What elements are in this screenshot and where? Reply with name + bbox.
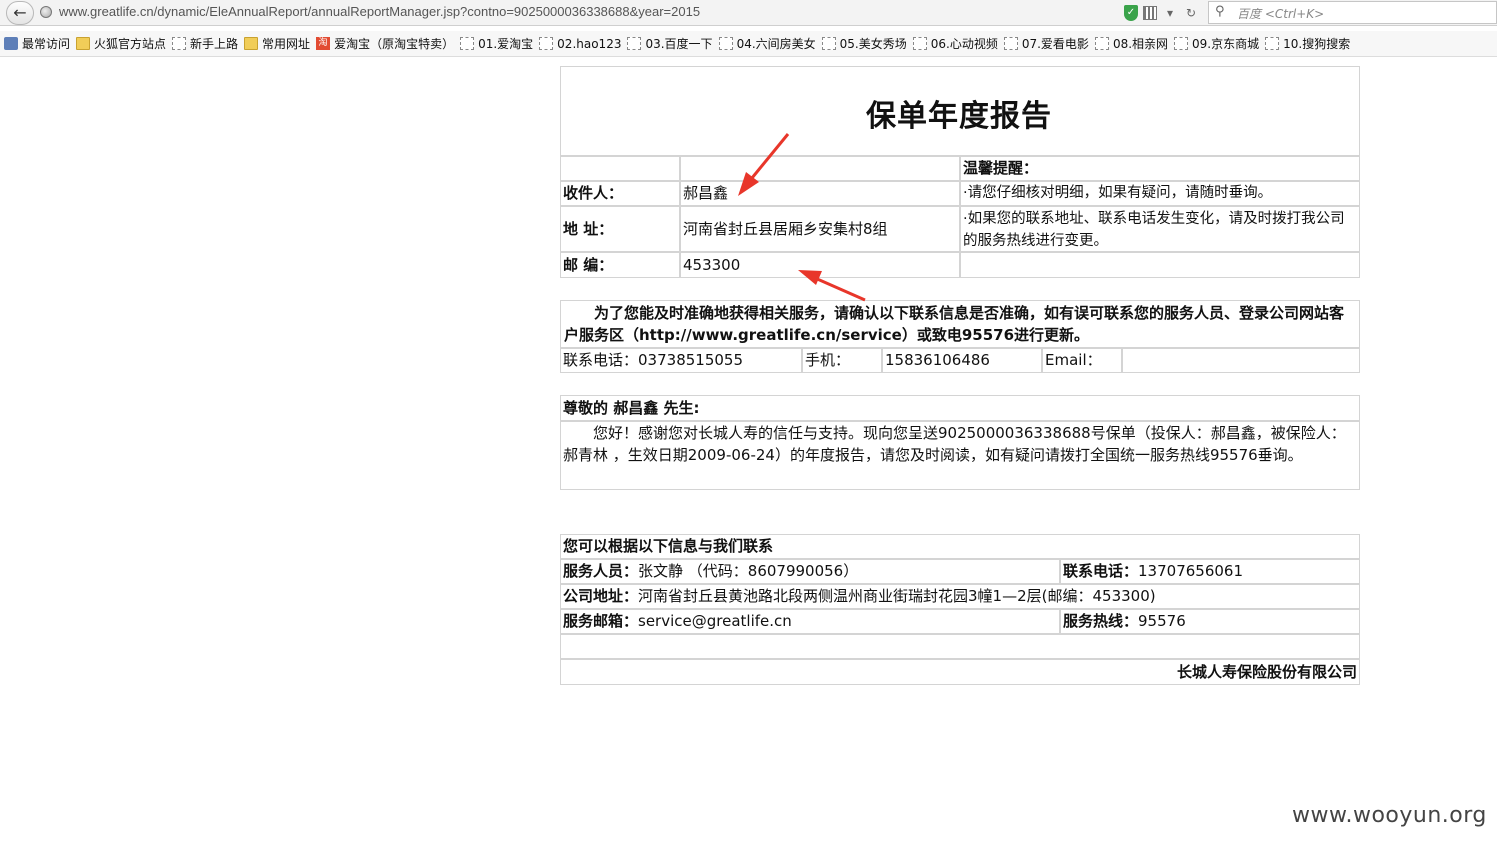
watermark: www.wooyun.org — [1292, 803, 1487, 828]
arrow-to-postcode — [798, 270, 866, 302]
arrow-to-recipient — [738, 133, 790, 196]
annotation-arrows — [738, 133, 866, 302]
